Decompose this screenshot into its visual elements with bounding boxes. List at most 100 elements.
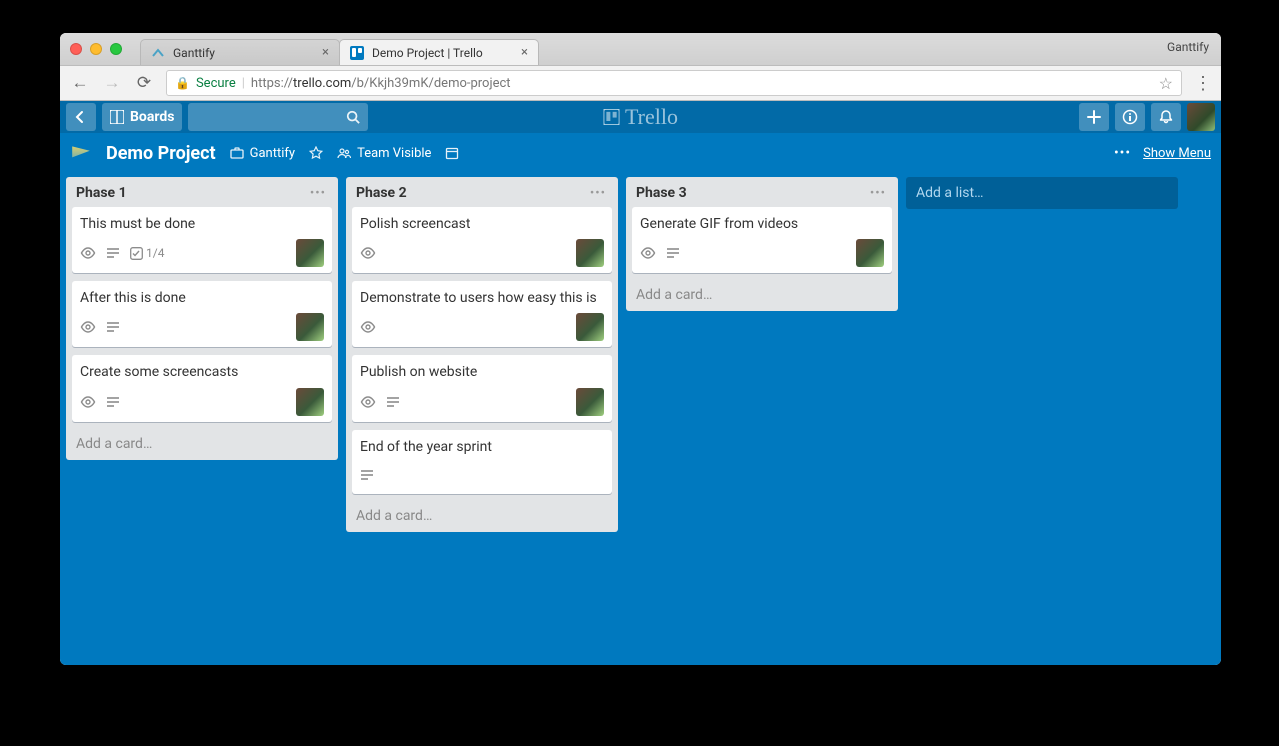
card[interactable]: Generate GIF from videos	[632, 207, 892, 273]
close-window-icon[interactable]	[70, 43, 82, 55]
watch-icon	[360, 321, 376, 333]
create-button[interactable]	[1079, 103, 1109, 131]
browser-profile-label[interactable]: Ganttify	[1167, 40, 1209, 54]
trello-favicon-icon	[350, 46, 364, 60]
card-title: End of the year sprint	[360, 438, 604, 456]
watch-icon	[80, 247, 96, 259]
bell-icon	[1158, 109, 1174, 125]
board-icon	[70, 142, 92, 164]
visibility-button[interactable]: Team Visible	[337, 146, 431, 161]
forward-button: →	[102, 73, 122, 93]
toolbar: ← → ⟳ 🔒 Secure | https://trello.com/b/Kk…	[60, 65, 1221, 101]
description-icon	[666, 247, 680, 259]
trello-app: Boards Trello	[60, 101, 1221, 665]
card[interactable]: This must be done1/4	[72, 207, 332, 273]
bookmark-star-icon[interactable]: ☆	[1159, 74, 1173, 93]
description-icon	[106, 396, 120, 408]
url-text: https://trello.com/b/Kkjh39mK/demo-proje…	[251, 76, 511, 91]
card-badges	[360, 396, 400, 408]
ganttify-favicon-icon	[151, 46, 165, 60]
trello-logo-text: Trello	[625, 104, 678, 130]
notifications-button[interactable]	[1151, 103, 1181, 131]
lock-icon: 🔒	[175, 76, 190, 90]
user-avatar[interactable]	[1187, 103, 1215, 131]
show-menu-link[interactable]: Show Menu	[1143, 146, 1211, 161]
trello-logo[interactable]: Trello	[603, 104, 678, 130]
back-button[interactable]: ←	[70, 73, 90, 93]
card[interactable]: Publish on website	[352, 355, 612, 421]
browser-tab-trello[interactable]: Demo Project | Trello ×	[339, 39, 539, 65]
card-title: Create some screencasts	[80, 363, 324, 381]
member-avatar[interactable]	[576, 313, 604, 341]
list-menu-button[interactable]: •••	[870, 186, 886, 201]
plus-icon	[1087, 110, 1101, 124]
card[interactable]: Create some screencasts	[72, 355, 332, 421]
card[interactable]: After this is done	[72, 281, 332, 347]
watch-icon	[640, 247, 656, 259]
card-badges	[80, 396, 120, 408]
list-title[interactable]: Phase 1	[76, 185, 127, 201]
browser-window: Ganttify × Demo Project | Trello × Gantt…	[60, 33, 1221, 665]
board-menu-dots-icon[interactable]: •••	[1114, 145, 1131, 161]
list-menu-button[interactable]: •••	[590, 186, 606, 201]
address-bar[interactable]: 🔒 Secure | https://trello.com/b/Kkjh39mK…	[166, 70, 1182, 96]
calendar-power-up-button[interactable]	[445, 146, 459, 160]
card[interactable]: End of the year sprint	[352, 430, 612, 494]
browser-menu-button[interactable]: ⋮	[1194, 73, 1211, 94]
card-badges	[360, 469, 374, 481]
add-card-button[interactable]: Add a card…	[352, 502, 612, 526]
member-avatar[interactable]	[296, 239, 324, 267]
search-input[interactable]	[188, 103, 368, 131]
list: Phase 1 ••• This must be done1/4 After this…	[66, 177, 338, 460]
card-footer	[360, 313, 604, 341]
close-tab-icon[interactable]: ×	[322, 45, 329, 60]
list-title[interactable]: Phase 2	[356, 185, 407, 201]
maximize-window-icon[interactable]	[110, 43, 122, 55]
list-header: Phase 3 •••	[632, 183, 892, 207]
member-avatar[interactable]	[856, 239, 884, 267]
trello-logo-icon	[603, 109, 619, 125]
card-footer	[360, 239, 604, 267]
team-link[interactable]: Ganttify	[230, 146, 295, 161]
list-header: Phase 1 •••	[72, 183, 332, 207]
list-title[interactable]: Phase 3	[636, 185, 687, 201]
watch-icon	[360, 396, 376, 408]
app-header: Boards Trello	[60, 101, 1221, 133]
tab-title: Demo Project | Trello	[372, 46, 513, 60]
member-avatar[interactable]	[296, 388, 324, 416]
member-avatar[interactable]	[296, 313, 324, 341]
description-icon	[386, 396, 400, 408]
star-board-button[interactable]	[309, 146, 323, 160]
card-title: Polish screencast	[360, 215, 604, 233]
card-title: Publish on website	[360, 363, 604, 381]
tab-title: Ganttify	[173, 46, 314, 60]
info-icon	[1122, 109, 1138, 125]
card-title: Generate GIF from videos	[640, 215, 884, 233]
card[interactable]: Demonstrate to users how easy this is	[352, 281, 612, 347]
card-badges	[80, 321, 120, 333]
add-card-button[interactable]: Add a card…	[632, 281, 892, 305]
back-button-app[interactable]	[66, 103, 96, 131]
reload-button[interactable]: ⟳	[134, 73, 154, 93]
close-tab-icon[interactable]: ×	[521, 45, 528, 60]
list: Phase 3 ••• Generate GIF from videos Add a …	[626, 177, 898, 311]
card-footer	[80, 388, 324, 416]
add-list-button[interactable]: Add a list…	[906, 177, 1178, 209]
member-avatar[interactable]	[576, 388, 604, 416]
add-card-button[interactable]: Add a card…	[72, 430, 332, 454]
browser-tab-ganttify[interactable]: Ganttify ×	[140, 39, 340, 65]
card-footer	[360, 462, 604, 488]
list-menu-button[interactable]: •••	[310, 186, 326, 201]
card[interactable]: Polish screencast	[352, 207, 612, 273]
info-button[interactable]	[1115, 103, 1145, 131]
description-icon	[106, 247, 120, 259]
board-title[interactable]: Demo Project	[106, 143, 216, 164]
board-header: Demo Project Ganttify Team Visible ••• S…	[60, 133, 1221, 173]
member-avatar[interactable]	[576, 239, 604, 267]
boards-label: Boards	[130, 109, 174, 125]
boards-button[interactable]: Boards	[102, 103, 182, 131]
boards-icon	[110, 110, 124, 124]
board-canvas[interactable]: Phase 1 ••• This must be done1/4 After this…	[60, 173, 1221, 665]
minimize-window-icon[interactable]	[90, 43, 102, 55]
window-controls	[70, 43, 122, 55]
